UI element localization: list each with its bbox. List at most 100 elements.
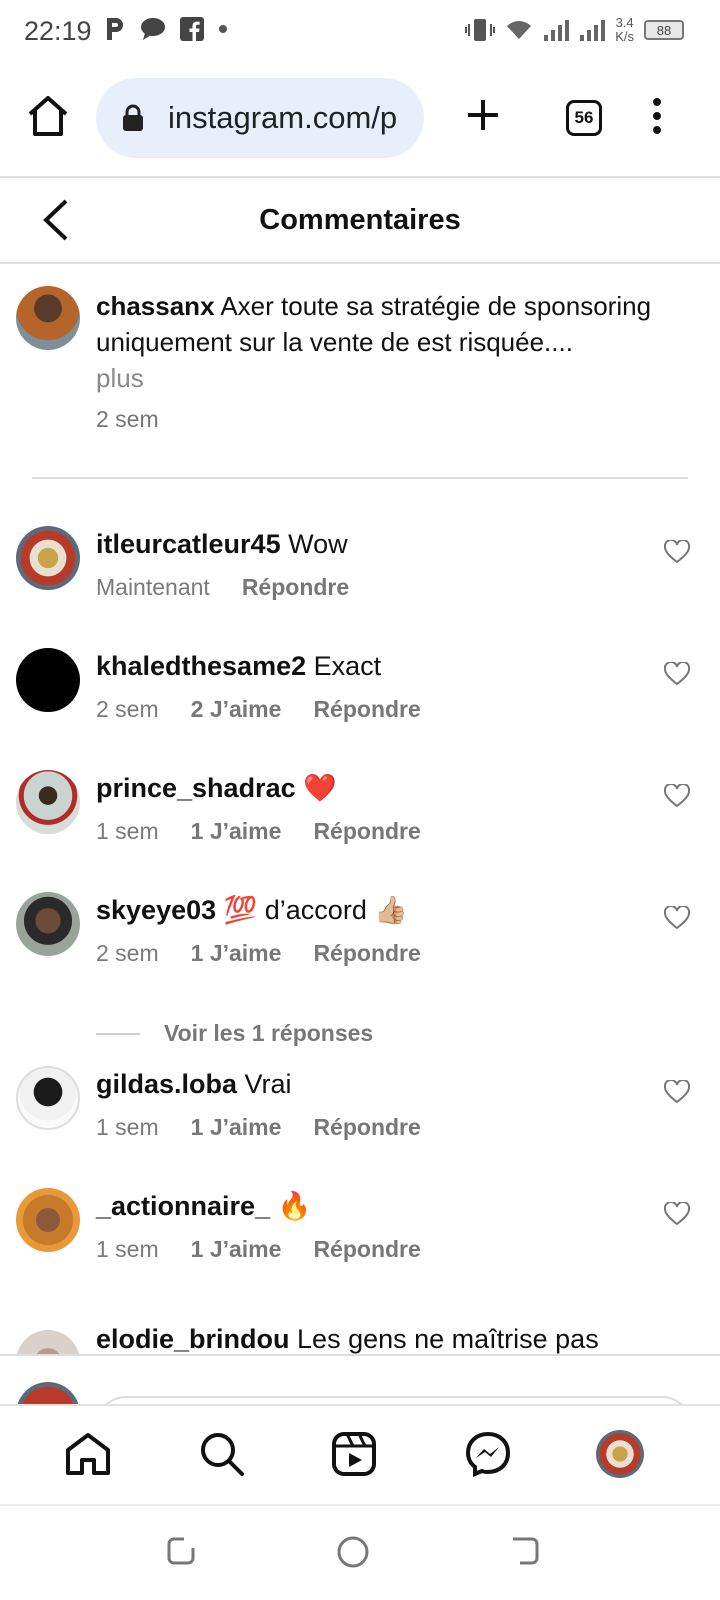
comment-username[interactable]: skyeye03 [96,895,216,925]
avatar[interactable] [16,1330,80,1354]
status-right: 3.4 K/s 88 [465,16,684,44]
reply-button[interactable]: Répondre [313,1236,420,1263]
heart-icon[interactable] [664,540,690,564]
likes-count[interactable]: 1 J’aime [191,818,282,845]
comment-text: gildas.loba Vrai [96,1066,292,1102]
likes-count[interactable]: 2 J’aime [191,696,282,723]
heart-icon[interactable] [664,784,690,808]
lock-icon [123,104,143,131]
network-speed: 3.4 K/s [615,16,634,44]
caption-time: 2 sem [96,406,159,432]
avatar [16,1382,80,1404]
comments-header: Commentaires [0,178,720,264]
avatar[interactable] [16,526,80,590]
comment-time: 1 sem [96,1114,159,1140]
avatar[interactable] [16,1188,80,1252]
vibrate-icon [465,19,496,41]
comment-username[interactable]: prince_shadrac [96,773,296,803]
home-icon [66,1433,110,1475]
heart-icon[interactable] [664,1080,690,1104]
replies-line [96,1032,140,1035]
nav-home[interactable] [62,1428,114,1480]
caption-divider [32,477,688,479]
facebook-icon [180,17,204,41]
recents-icon[interactable] [166,1536,196,1566]
comment-time: 2 sem [96,696,159,722]
caption-text: chassanx Axer toute sa stratégie de spon… [96,288,696,396]
comment-item-partial: elodie_brindou Les gens ne maîtrise pas [16,1310,706,1354]
comment-meta: 1 sem 1 J’aime Répondre [96,1236,421,1263]
comment-item: khaledthesame2 Exact 2 sem 2 J’aime Répo… [16,648,706,748]
signal-icon [544,20,570,41]
page-title: Commentaires [259,204,461,236]
comment-meta: 2 sem 1 J’aime Répondre [96,940,421,967]
comment-username[interactable]: itleurcatleur45 [96,529,281,559]
comment-username[interactable]: khaledthesame2 [96,651,306,681]
home-circle-icon[interactable] [337,1536,369,1568]
avatar[interactable] [16,286,80,350]
caption-more-link[interactable]: plus [96,363,144,393]
speed-value: 3.4 [615,15,634,30]
comment-username[interactable]: gildas.loba [96,1069,237,1099]
tab-switcher-button[interactable]: 56 [566,100,602,136]
comment-body: Vrai [244,1069,292,1099]
nav-search[interactable] [196,1428,248,1480]
likes-count[interactable]: 1 J’aime [191,940,282,967]
caption-username[interactable]: chassanx [96,291,215,321]
comment-body: 💯 d’accord 👍🏼 [223,895,408,925]
browser-toolbar: instagram.com/p 56 [0,76,720,160]
likes-count[interactable]: 1 J’aime [191,1236,282,1263]
reply-button[interactable]: Répondre [313,1114,420,1141]
signal-icon-2 [580,20,606,41]
avatar[interactable] [16,892,80,956]
comment-time: 1 sem [96,818,159,844]
comment-text: _actionnaire_ 🔥 [96,1188,311,1224]
reply-button[interactable]: Répondre [242,574,349,601]
comment-body: Exact [313,651,382,681]
chat-bubble-icon [141,18,165,40]
nav-reels[interactable] [328,1428,380,1480]
nav-messenger[interactable] [462,1428,514,1480]
comment-item: itleurcatleur45 Wow Maintenant Répondre [16,526,706,626]
avatar[interactable] [16,648,80,712]
heart-icon[interactable] [664,1202,690,1226]
comment-body: 🔥 [277,1191,312,1221]
reels-icon [332,1432,376,1476]
comment-time: Maintenant [96,574,210,600]
status-bar: 22:19 3.4 K/s 88 [0,0,720,64]
browser-home-icon[interactable] [26,94,70,138]
reply-button[interactable]: Répondre [313,818,420,845]
tab-count: 56 [574,108,594,127]
new-tab-icon[interactable] [466,98,500,132]
p-app-icon [107,18,123,40]
avatar[interactable] [16,770,80,834]
nav-profile[interactable] [594,1428,646,1480]
search-icon [201,1433,244,1476]
comment-input[interactable] [96,1396,692,1404]
comment-time: 1 sem [96,1236,159,1262]
avatar[interactable] [16,1066,80,1130]
address-bar[interactable]: instagram.com/p [96,78,424,158]
more-menu-icon[interactable] [652,98,662,134]
comment-meta: 1 sem 1 J’aime Répondre [96,818,421,845]
comment-username[interactable]: _actionnaire_ [96,1191,270,1221]
system-navigation [0,1504,720,1600]
heart-icon[interactable] [664,662,690,686]
comment-body: ❤️ [303,773,337,803]
comment-username[interactable]: elodie_brindou [96,1324,290,1354]
comment-body: Les gens ne maîtrise pas [297,1324,599,1354]
comment-text: khaledthesame2 Exact [96,648,381,684]
reply-button[interactable]: Répondre [313,940,420,967]
bottom-navigation [0,1404,720,1502]
comment-text: skyeye03 💯 d’accord 👍🏼 [96,892,408,928]
back-icon[interactable] [510,1536,540,1566]
comment-body: Wow [288,529,348,559]
view-replies-button[interactable]: Voir les 1 réponses [96,1020,373,1047]
comment-meta: Maintenant Répondre [96,574,349,601]
reply-button[interactable]: Répondre [313,696,420,723]
likes-count[interactable]: 1 J’aime [191,1114,282,1141]
comment-meta: 2 sem 2 J’aime Répondre [96,696,421,723]
heart-icon[interactable] [664,906,690,930]
comment-item: skyeye03 💯 d’accord 👍🏼 2 sem 1 J’aime Ré… [16,892,706,992]
status-time: 22:19 [24,16,92,46]
